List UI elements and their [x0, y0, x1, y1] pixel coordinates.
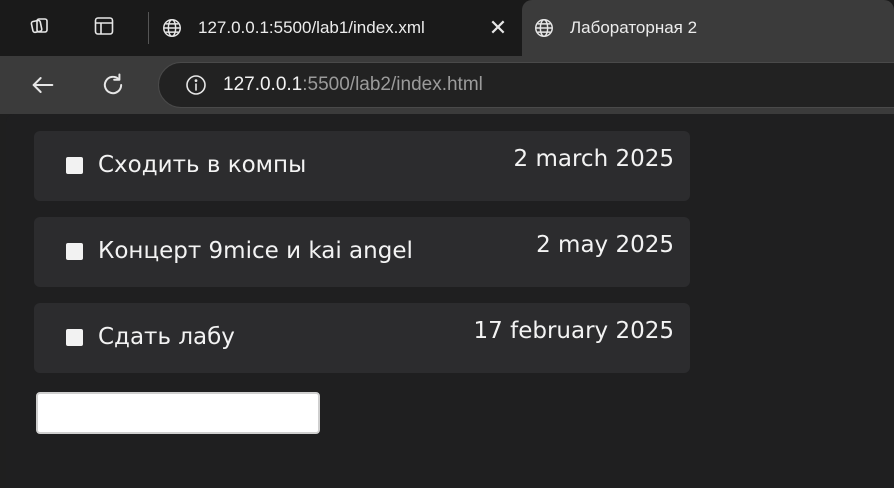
tab-title: 127.0.0.1:5500/lab1/index.xml — [198, 18, 425, 37]
task-date: 2 march 2025 — [513, 146, 674, 172]
task-label: Сдать лабу — [98, 324, 235, 350]
back-arrow-icon[interactable] — [28, 70, 58, 100]
browser-tab-strip: 127.0.0.1:5500/lab1/index.xml ✕ Лаборато… — [0, 0, 894, 56]
task-item: Сдать лабу 17 february 2025 — [34, 303, 690, 373]
task-checkbox[interactable] — [66, 157, 83, 174]
globe-icon — [532, 16, 556, 40]
tab-actions-icon[interactable] — [92, 14, 116, 38]
tab-lab1[interactable]: 127.0.0.1:5500/lab1/index.xml ✕ — [150, 0, 520, 56]
workspaces-icon[interactable] — [28, 14, 52, 38]
browser-toolbar: 127.0.0.1:5500/lab2/index.html — [0, 56, 894, 114]
url-path: :5500/lab2/index.html — [302, 74, 483, 95]
new-task-input[interactable] — [36, 392, 320, 434]
globe-icon — [160, 16, 184, 40]
task-item: Концерт 9mice и kai angel 2 may 2025 — [34, 217, 690, 287]
task-date: 2 may 2025 — [536, 232, 674, 258]
url-host: 127.0.0.1 — [223, 74, 303, 95]
task-label: Сходить в компы — [98, 152, 307, 178]
task-checkbox[interactable] — [66, 329, 83, 346]
tab-title: Лабораторная 2 — [570, 18, 698, 37]
task-item: Сходить в компы 2 march 2025 — [34, 131, 690, 201]
page-content: Сходить в компы 2 march 2025 Концерт 9mi… — [6, 114, 894, 488]
close-icon[interactable]: ✕ — [486, 15, 510, 40]
info-icon[interactable] — [183, 72, 209, 98]
address-bar[interactable]: 127.0.0.1:5500/lab2/index.html — [158, 62, 894, 108]
refresh-icon[interactable] — [98, 70, 128, 100]
task-label: Концерт 9mice и kai angel — [98, 238, 413, 264]
task-checkbox[interactable] — [66, 243, 83, 260]
task-date: 17 february 2025 — [473, 318, 674, 344]
address-url[interactable]: 127.0.0.1:5500/lab2/index.html — [223, 74, 483, 96]
tab-separator — [148, 12, 149, 44]
tab-lab2[interactable]: Лабораторная 2 — [522, 0, 894, 56]
